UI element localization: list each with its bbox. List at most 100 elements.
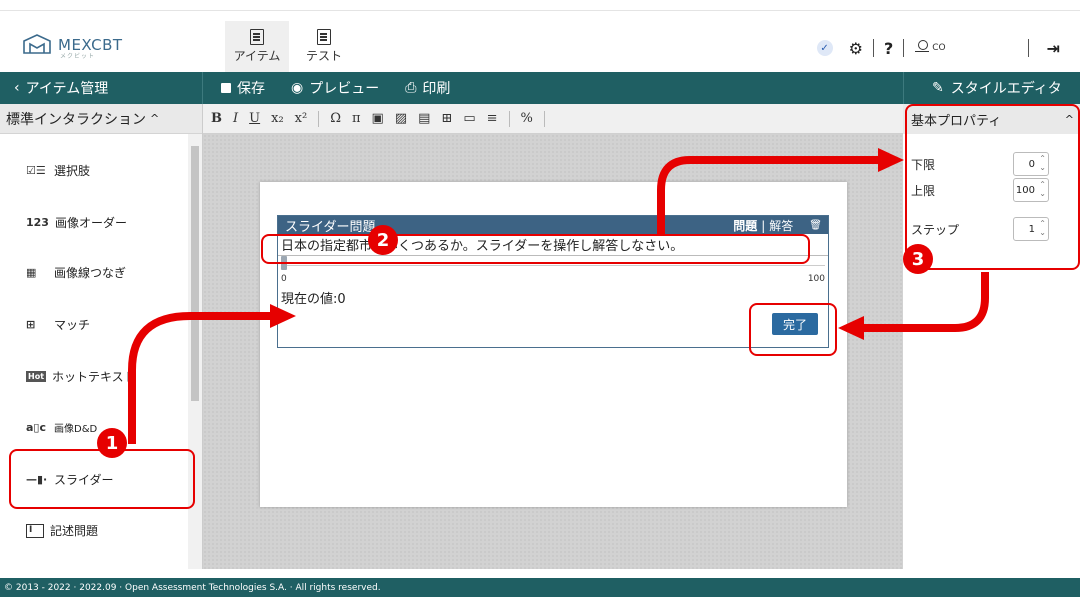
interaction-panel-title: 標準インタラクション [6, 111, 146, 128]
check-icon[interactable]: ✓ [816, 40, 833, 56]
annotation-box-properties [905, 104, 1080, 270]
image-order-icon: 123 [26, 216, 49, 229]
annotation-box-prompt [261, 234, 810, 264]
save-label: 保存 [237, 81, 265, 97]
current-value: 現在の値:0 [281, 292, 346, 307]
link-icon[interactable]: % [521, 111, 533, 126]
subscript-button[interactable]: x₂ [271, 111, 284, 126]
match-icon: ⊞ [26, 318, 36, 331]
tab-separator: | [761, 218, 766, 233]
preview-label: プレビュー [309, 81, 380, 97]
app-window: MEXCBT メクビット アイテム テスト ✓ ⚙ ? CO ⇥ ‹ アイテム管… [0, 0, 1080, 597]
logout-icon[interactable]: ⇥ [1047, 39, 1060, 58]
slider-interaction-header: スライダー問題 問題 | 解答 🗑 [278, 216, 828, 235]
interaction-choice-label: 選択肢 [54, 164, 91, 178]
interaction-match[interactable]: ⊞ マッチ [26, 316, 90, 333]
slider-scale: 0 100 [278, 274, 828, 284]
choice-icon: ☑☰ [26, 164, 46, 177]
interaction-text-entry[interactable]: I 記述問題 [26, 522, 98, 539]
style-editor-label: スタイルエディタ [950, 81, 1062, 97]
copyright-text: © 2013 - 2022 · 2022.09 · Open Assessmen… [4, 582, 381, 593]
text-entry-icon: I [26, 523, 44, 538]
divider [1027, 39, 1029, 57]
divider [903, 39, 905, 57]
chevron-left-icon: ‹ [14, 80, 20, 96]
action-bar: ‹ アイテム管理 保存 ◉ プレビュー ⎙ 印刷 ✎ スタイルエディタ [0, 72, 1080, 104]
slider-min-label: 0 [281, 274, 287, 284]
scrollbar-thumb[interactable] [191, 146, 199, 401]
interaction-hottext[interactable]: Hot ホットテキスト [26, 368, 136, 385]
editor-actions: 保存 ◉ プレビュー ⎙ 印刷 [203, 72, 450, 104]
logo[interactable]: MEXCBT メクビット [22, 33, 123, 60]
logo-icon [23, 34, 51, 54]
divider [872, 39, 874, 57]
nav-tab-tests[interactable]: テスト [292, 21, 356, 73]
user-icon[interactable] [914, 40, 930, 56]
help-button[interactable]: ? [884, 39, 893, 58]
slider-max-label: 100 [807, 274, 825, 284]
nav-tab-items[interactable]: アイテム [225, 21, 289, 73]
toolbar-divider [508, 110, 510, 127]
tab-answer[interactable]: 解答 [769, 217, 793, 234]
eye-icon: ◉ [291, 80, 304, 96]
print-button[interactable]: ⎙ 印刷 [405, 78, 450, 98]
question-answer-tabs: 問題 | 解答 🗑 [733, 217, 822, 234]
superscript-button[interactable]: x² [295, 111, 308, 126]
back-label: アイテム管理 [25, 81, 109, 97]
image-dnd-icon: a▯c [26, 421, 46, 434]
interaction-choice[interactable]: ☑☰ 選択肢 [26, 162, 90, 179]
tab-question[interactable]: 問題 [733, 217, 757, 234]
underline-button[interactable]: U [249, 111, 260, 126]
bold-button[interactable]: B [211, 111, 222, 126]
header-tools: ✓ ⚙ ? CO ⇥ [816, 33, 1080, 63]
rich-text-toolbar: B I U x₂ x² Ω π ▣ ▨ ▤ ⊞ ▭ ≡ % [203, 104, 903, 134]
interaction-hottext-label: ホットテキスト [52, 370, 136, 384]
user-initials[interactable]: CO [932, 43, 945, 53]
interaction-text-entry-label: 記述問題 [50, 524, 99, 538]
rule-icon[interactable]: ≡ [487, 111, 498, 126]
interaction-image-line-label: 画像線つなぎ [54, 266, 127, 280]
print-icon: ⎙ [405, 80, 417, 96]
annotation-box-slider-item [9, 449, 195, 509]
interaction-match-label: マッチ [54, 318, 91, 332]
math-button[interactable]: π [352, 111, 361, 126]
toolbar-divider [318, 110, 320, 127]
style-editor-button[interactable]: ✎ スタイルエディタ [903, 72, 1080, 104]
special-char-button[interactable]: Ω [330, 111, 341, 126]
slider-rail [281, 265, 825, 266]
annotation-badge-1: 1 [97, 428, 127, 458]
settings-gears-icon[interactable]: ⚙ [849, 39, 863, 58]
annotation-box-done [749, 303, 837, 356]
interaction-image-order-label: 画像オーダー [54, 216, 127, 230]
nav-tab-tests-label: テスト [305, 49, 342, 63]
interaction-image-line[interactable]: ▦ 画像線つなぎ [26, 264, 126, 281]
chevron-up-icon: ^ [150, 112, 160, 125]
top-header: MEXCBT メクビット アイテム テスト ✓ ⚙ ? CO ⇥ [0, 10, 1080, 73]
comment-icon[interactable]: ▭ [463, 111, 475, 126]
italic-button[interactable]: I [233, 111, 238, 126]
save-icon [221, 83, 231, 93]
logo-subtext: メクビット [60, 53, 96, 60]
test-icon [317, 29, 331, 45]
object-icon[interactable]: ▤ [418, 111, 430, 126]
footer: © 2013 - 2022 · 2022.09 · Open Assessmen… [0, 578, 1080, 597]
interaction-image-order[interactable]: 123 画像オーダー [26, 214, 127, 231]
image-icon[interactable]: ▨ [395, 111, 407, 126]
interaction-image-dnd[interactable]: a▯c 画像D&D [26, 420, 97, 435]
brush-icon: ✎ [932, 80, 944, 96]
interaction-image-dnd-label: 画像D&D [54, 424, 98, 435]
hottext-icon: Hot [26, 371, 47, 382]
interaction-panel-header[interactable]: 標準インタラクション ^ [0, 104, 202, 134]
preview-button[interactable]: ◉ プレビュー [291, 78, 379, 98]
trash-icon[interactable]: 🗑 [809, 220, 822, 231]
media-icon[interactable]: ▣ [372, 111, 384, 126]
print-label: 印刷 [422, 81, 451, 97]
nav-tab-items-label: アイテム [233, 49, 281, 63]
save-button[interactable]: 保存 [221, 78, 265, 98]
toolbar-divider [543, 110, 545, 127]
table-icon[interactable]: ⊞ [441, 111, 452, 126]
back-to-item-manager[interactable]: ‹ アイテム管理 [0, 72, 203, 104]
image-line-icon: ▦ [26, 266, 37, 279]
item-icon [250, 29, 264, 45]
annotation-badge-2: 2 [368, 225, 398, 255]
